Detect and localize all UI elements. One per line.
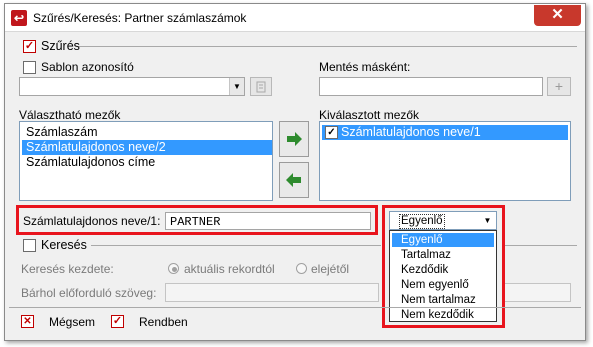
radio-current-record[interactable]	[168, 263, 179, 274]
title-bar: ↩ Szűrés/Keresés: Partner számlaszámok ✕	[5, 4, 585, 32]
radio-current-record-label: aktuális rekordtól	[184, 262, 275, 276]
footer-divider	[9, 307, 581, 308]
filter-checkbox[interactable]: ✓	[23, 40, 36, 53]
dropdown-option[interactable]: Nem egyenlő	[392, 278, 494, 292]
chevron-down-icon[interactable]: ▼	[481, 214, 494, 227]
search-section-divider-right	[505, 245, 577, 246]
selected-fields-list[interactable]: ✓ Számlatulajdonos neve/1	[319, 121, 571, 201]
arrow-left-icon	[286, 173, 301, 187]
anywhere-text-input-tail	[505, 283, 571, 302]
ok-label: Rendben	[139, 315, 188, 329]
cancel-icon: ✕	[21, 315, 34, 328]
dropdown-option[interactable]: Egyenlő	[392, 233, 494, 247]
add-button[interactable]: +	[547, 77, 571, 96]
filter-section-label: Szűrés	[41, 39, 80, 53]
document-icon	[256, 81, 266, 93]
field-checkbox[interactable]: ✓	[325, 126, 338, 139]
anywhere-text-input[interactable]	[165, 283, 379, 302]
template-label: Sablon azonosító	[41, 60, 134, 74]
list-item[interactable]: Számlatulajdonos neve/2	[22, 140, 272, 155]
chevron-down-icon[interactable]: ▼	[229, 78, 244, 95]
selected-field-label: Számlatulajdonos neve/1	[341, 125, 481, 139]
condition-value: PARTNER	[170, 215, 221, 229]
selected-fields-label: Kiválasztott mezők	[319, 108, 420, 122]
search-checkbox[interactable]	[23, 239, 36, 252]
condition-field-label: Számlatulajdonos neve/1:	[23, 214, 161, 228]
list-item[interactable]: Számlatulajdonos címe	[22, 155, 272, 170]
arrow-right-icon	[287, 132, 302, 146]
close-button[interactable]: ✕	[534, 5, 581, 26]
operator-combo-value: Egyenlő	[399, 214, 445, 229]
search-start-label: Keresés kezdete:	[21, 262, 114, 276]
app-icon: ↩	[11, 10, 27, 26]
available-fields-list[interactable]: Számlaszám Számlatulajdonos neve/2 Száml…	[19, 121, 273, 201]
remove-field-button[interactable]	[279, 162, 309, 198]
radio-from-start[interactable]	[296, 263, 307, 274]
cancel-button[interactable]: ✕ Mégsem	[19, 313, 109, 331]
filter-section-divider	[77, 46, 577, 47]
template-combo[interactable]: ▼	[19, 77, 245, 96]
condition-value-input[interactable]: PARTNER	[165, 212, 371, 230]
dropdown-option[interactable]: Tartalmaz	[392, 248, 494, 262]
dropdown-option[interactable]: Nem tartalmaz	[392, 293, 494, 307]
operator-dropdown-list[interactable]: Egyenlő Tartalmaz Kezdődik Nem egyenlő N…	[389, 230, 497, 322]
operator-combo[interactable]: Egyenlő ▼	[389, 211, 497, 230]
available-fields-label: Választható mezők	[19, 108, 121, 122]
dropdown-option[interactable]: Nem kezdődik	[392, 308, 494, 322]
save-as-label: Mentés másként:	[319, 60, 411, 74]
save-as-input[interactable]	[319, 77, 543, 96]
ok-icon: ✓	[111, 315, 124, 328]
cancel-label: Mégsem	[49, 315, 96, 329]
template-checkbox[interactable]	[23, 61, 36, 74]
search-section-label: Keresés	[41, 238, 87, 252]
add-field-button[interactable]	[279, 121, 309, 157]
dropdown-option[interactable]: Kezdődik	[392, 263, 494, 277]
anywhere-text-label: Bárhol előforduló szöveg:	[21, 286, 157, 300]
search-section-divider	[91, 245, 381, 246]
list-item[interactable]: Számlaszám	[22, 125, 272, 140]
dialog-window: ↩ Szűrés/Keresés: Partner számlaszámok ✕…	[4, 3, 586, 341]
radio-from-start-label: elejétől	[311, 262, 350, 276]
list-item[interactable]: ✓ Számlatulajdonos neve/1	[322, 125, 568, 140]
window-title: Szűrés/Keresés: Partner számlaszámok	[33, 11, 247, 25]
ok-button[interactable]: ✓ Rendben	[109, 313, 199, 331]
template-action-button[interactable]	[250, 77, 272, 96]
